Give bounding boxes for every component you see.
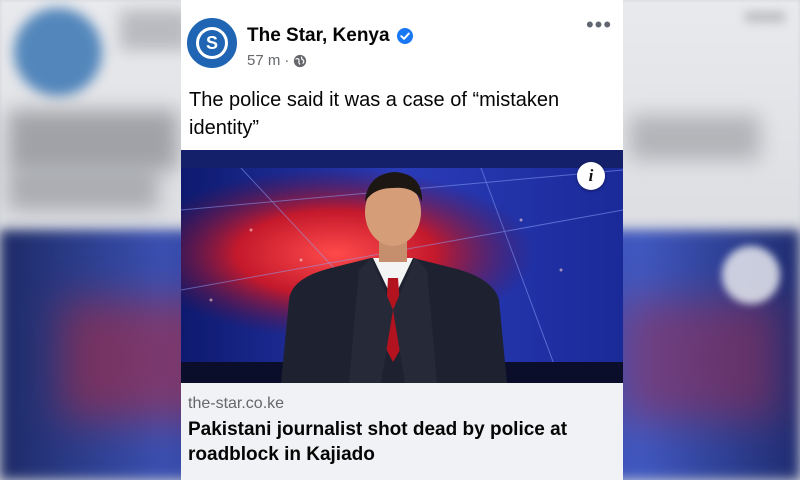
facebook-post-card: S The Star, Kenya 57 m · ••• The police … bbox=[181, 0, 623, 480]
link-headline[interactable]: Pakistani journalist shot dead by police… bbox=[188, 417, 613, 467]
post-time[interactable]: 57 m bbox=[247, 52, 280, 69]
background-text-blur-3 bbox=[630, 115, 760, 160]
link-preview-footer[interactable]: the-star.co.ke Pakistani journalist shot… bbox=[181, 383, 623, 480]
link-domain: the-star.co.ke bbox=[188, 395, 285, 412]
background-text-blur-2 bbox=[8, 170, 158, 210]
background-logo-blur bbox=[14, 8, 102, 96]
background-info-blur bbox=[722, 246, 780, 304]
more-options-icon[interactable]: ••• bbox=[584, 14, 614, 38]
globe-icon bbox=[294, 54, 307, 67]
verified-badge-icon bbox=[397, 28, 413, 44]
info-icon[interactable]: i bbox=[577, 162, 605, 190]
avatar-ring: S bbox=[194, 25, 230, 61]
post-header: S The Star, Kenya 57 m · ••• bbox=[181, 0, 623, 80]
background-title-blur bbox=[120, 10, 190, 50]
background-text-blur bbox=[8, 110, 178, 170]
news-anchor-image bbox=[181, 150, 623, 383]
background-dots-blur bbox=[745, 12, 785, 22]
avatar-logo: S bbox=[199, 30, 225, 56]
meta-separator: · bbox=[284, 52, 290, 69]
background-red-glow-2 bbox=[620, 300, 780, 420]
link-preview-image[interactable]: i bbox=[181, 150, 623, 383]
post-meta: 57 m · bbox=[247, 52, 307, 69]
page-avatar[interactable]: S bbox=[187, 18, 237, 68]
page-name[interactable]: The Star, Kenya bbox=[247, 25, 390, 47]
post-text: The police said it was a case of “mistak… bbox=[189, 89, 560, 139]
